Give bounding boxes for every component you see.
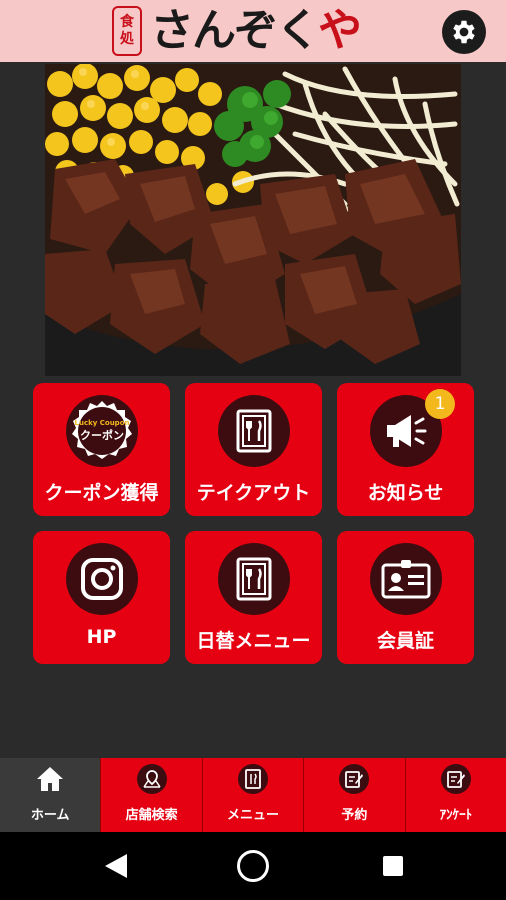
logo-title-main: さんぞく [150,5,320,56]
tile-coupon[interactable]: Lucky Coupon クーポン クーポン獲得 [33,383,170,516]
pencil-form-icon [446,771,465,788]
tile-daily-menu[interactable]: 日替メニュー [185,531,322,664]
coupon-icon-bottom-text: クーポン [80,428,124,442]
gear-icon [453,20,475,44]
instagram-icon [81,558,123,600]
tile-hp[interactable]: HP [33,531,170,664]
nav-item-menu[interactable]: メニュー [201,758,304,832]
logo-seal-line2: 処 [120,31,134,47]
tile-daily-menu-label: 日替メニュー [196,630,311,652]
tile-daily-menu-icon-wrap [218,543,290,615]
member-card-icon [381,560,431,599]
tile-news-label: お知らせ [367,482,444,504]
nav-item-home[interactable]: ホーム [0,758,101,832]
nav-item-reservation-label: 予約 [341,808,368,823]
tile-coupon-icon-wrap: Lucky Coupon クーポン [66,395,138,467]
recents-icon[interactable] [383,856,403,876]
bottom-nav: ホーム 店舗検索 メニュー 予約 ｱﾝｹｰﾄ [0,758,506,832]
coupon-icon: Lucky Coupon クーポン [72,401,132,459]
logo-title: さんぞくや [150,4,362,58]
nav-survey-icon-wrap [440,764,471,794]
tile-takeout-label: テイクアウト [196,482,311,504]
hero-image [45,64,461,376]
tile-member-card-icon-wrap [370,543,442,615]
settings-button[interactable] [442,10,486,54]
back-icon[interactable] [103,852,129,880]
nav-item-survey[interactable]: ｱﾝｹｰﾄ [404,758,506,832]
tile-takeout-icon-wrap [218,395,290,467]
coupon-icon-top-text: Lucky Coupon [75,419,130,427]
nav-item-survey-label: ｱﾝｹｰﾄ [439,808,473,823]
megaphone-icon [387,415,427,447]
nav-item-home-label: ホーム [30,808,70,823]
tile-news[interactable]: 1 お知らせ [337,383,474,516]
home-circle-icon[interactable] [237,850,269,882]
tile-hp-label: HP [86,626,117,648]
notification-badge: 1 [425,389,455,419]
home-icon [37,767,64,791]
logo-seal: 食 処 [112,6,142,56]
logo-seal-line1: 食 [120,14,134,30]
app-header: 食 処 さんぞくや [0,0,506,62]
menu-book-icon [236,409,272,453]
nav-home-icon-wrap [35,764,65,794]
nav-item-menu-label: メニュー [227,808,280,823]
food-photo [45,64,461,376]
logo-title-accent: や [318,5,362,56]
tile-hp-icon-wrap [66,543,138,615]
menu-book-icon [236,557,272,601]
system-nav-bar [0,832,506,900]
pencil-form-icon [345,771,364,788]
nav-item-store-search-label: 店舗検索 [125,808,178,823]
nav-item-store-search[interactable]: 店舗検索 [100,758,202,832]
tile-coupon-label: クーポン獲得 [44,482,159,504]
tile-takeout[interactable]: テイクアウト [185,383,322,516]
nav-store-icon-wrap [136,764,167,794]
nav-item-reservation[interactable]: 予約 [303,758,405,832]
menu-book-icon [245,769,261,789]
nav-reservation-icon-wrap [339,764,370,794]
tile-member-card[interactable]: 会員証 [337,531,474,664]
map-pin-icon [142,770,161,788]
tile-member-card-label: 会員証 [376,630,434,652]
nav-menu-icon-wrap [238,764,269,794]
